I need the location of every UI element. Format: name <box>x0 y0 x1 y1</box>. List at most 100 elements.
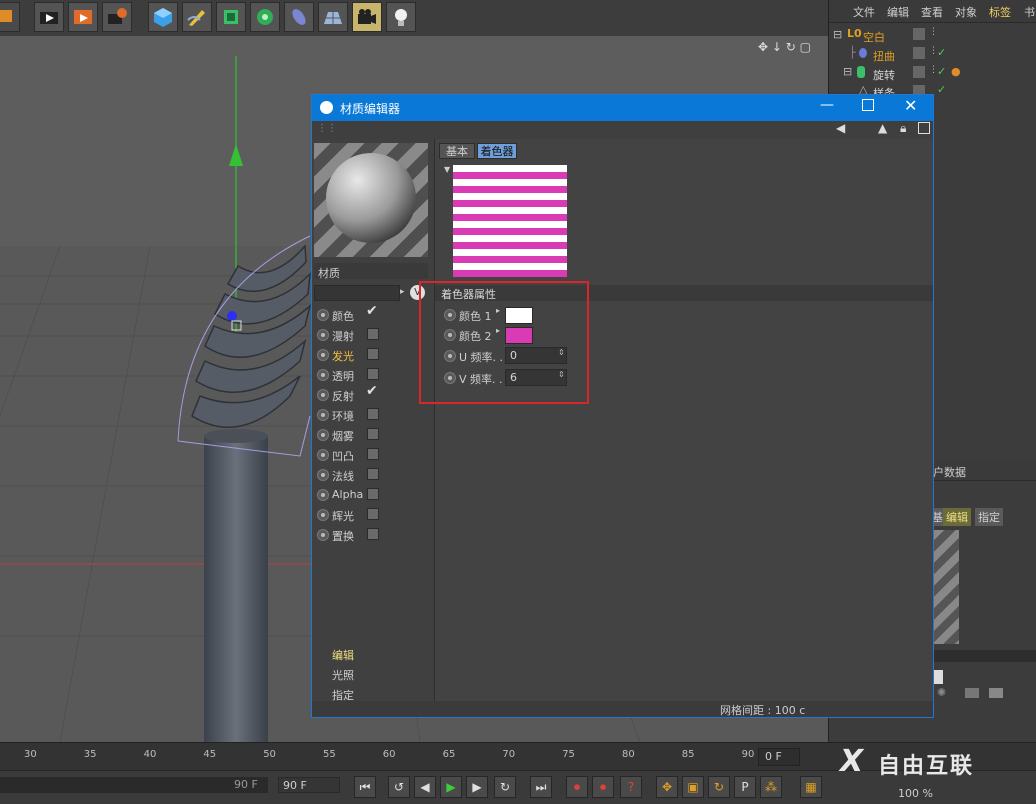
previous-frame-button[interactable]: ◀ <box>414 776 436 798</box>
channel-6[interactable]: 烟雾 <box>314 425 432 445</box>
channel-8[interactable]: 法线 <box>314 465 432 485</box>
material-preview[interactable] <box>314 143 428 257</box>
channel-radio[interactable] <box>317 329 329 341</box>
channel-checkbox[interactable] <box>367 368 379 380</box>
menu-object[interactable]: 对象 <box>955 4 977 20</box>
floor-icon[interactable] <box>318 2 348 32</box>
channel-radio[interactable] <box>317 389 329 401</box>
channel-2[interactable]: 发光 <box>314 345 432 365</box>
arrow-left-icon[interactable]: ◀ <box>836 121 845 135</box>
channel-checkbox[interactable] <box>367 428 379 440</box>
auto-key-button[interactable]: ⏺ <box>592 776 614 798</box>
channel-radio[interactable] <box>317 489 329 501</box>
channel-11[interactable]: 置换 <box>314 525 432 545</box>
render-view-icon[interactable] <box>34 2 64 32</box>
arrow-up-icon[interactable]: ▲ <box>878 121 887 135</box>
cube-object-icon[interactable] <box>0 2 20 32</box>
channel-9[interactable]: Alpha <box>314 485 432 505</box>
channel-checkbox[interactable] <box>367 408 379 420</box>
keyframe-selection-button[interactable]: ? <box>620 776 642 798</box>
checked-icon[interactable]: ✔ <box>366 303 378 319</box>
attr-button[interactable] <box>989 688 1003 698</box>
channel-checkbox[interactable] <box>367 468 379 480</box>
pla-key-icon[interactable]: ⁂ <box>760 776 782 798</box>
lock-icon[interactable]: 🔒︎ <box>900 121 906 136</box>
render-picture-viewer-icon[interactable] <box>68 2 98 32</box>
channel-checkbox[interactable] <box>367 508 379 520</box>
pen-spline-icon[interactable] <box>182 2 212 32</box>
grip-icon[interactable]: ⋮⋮ <box>317 123 337 134</box>
channel-7[interactable]: 凹凸 <box>314 445 432 465</box>
tab-basic[interactable]: 基本 <box>439 143 475 159</box>
deformer-icon[interactable] <box>284 2 314 32</box>
channel-1[interactable]: 漫射 <box>314 325 432 345</box>
timeline-window-icon[interactable]: ▦ <box>800 776 822 798</box>
play-button[interactable]: ▶ <box>440 776 462 798</box>
channel-checkbox[interactable] <box>367 448 379 460</box>
light-icon[interactable] <box>386 2 416 32</box>
channel-radio[interactable] <box>317 509 329 521</box>
tab-shader[interactable]: 着色器 <box>477 143 517 159</box>
enabled-check-icon[interactable]: ✓ <box>937 46 946 59</box>
channel-checkbox[interactable] <box>367 488 379 500</box>
timeline-range-slider[interactable]: 90 F <box>0 777 268 793</box>
object-row-lathe[interactable]: ⊟ 旋转 ⋮ ✓ ● <box>829 64 1036 83</box>
menu-tags[interactable]: 标签 <box>989 4 1011 20</box>
subdivision-surface-icon[interactable] <box>216 2 246 32</box>
menu-file[interactable]: 文件 <box>853 4 875 20</box>
collapse-icon[interactable]: ▼ <box>444 165 450 174</box>
next-key-button[interactable]: ↻ <box>494 776 516 798</box>
cube-primitive-icon[interactable] <box>148 2 178 32</box>
visibility-toggle[interactable] <box>913 66 925 78</box>
channel-10[interactable]: 辉光 <box>314 505 432 525</box>
channel-radio[interactable] <box>317 349 329 361</box>
object-name[interactable]: 空白 <box>863 29 885 45</box>
end-frame-field[interactable]: 90 F <box>278 777 340 793</box>
viewport-nav-icons[interactable]: ✥ ↓ ↻ ▢ <box>758 40 811 54</box>
go-to-start-button[interactable]: ⏮ <box>354 776 376 798</box>
channel-3[interactable]: 透明 <box>314 365 432 385</box>
move-key-icon[interactable]: ✥ <box>656 776 678 798</box>
menu-bookmarks[interactable]: 书 <box>1024 4 1035 20</box>
channel-4[interactable]: 反射 ✔ <box>314 383 432 405</box>
go-to-end-button[interactable]: ⏭ <box>530 776 552 798</box>
camera-icon[interactable] <box>352 2 382 32</box>
channel-radio[interactable] <box>317 429 329 441</box>
channel-radio[interactable] <box>317 309 329 321</box>
channel-radio[interactable] <box>317 529 329 541</box>
tree-expand-icon[interactable]: ⊟ <box>843 65 852 78</box>
attr-tab-assign[interactable]: 指定 <box>975 508 1003 526</box>
channel-5[interactable]: 环境 <box>314 405 432 425</box>
channel-radio[interactable] <box>317 469 329 481</box>
visibility-toggle[interactable] <box>913 47 925 59</box>
enabled-check-icon[interactable]: ✓ <box>937 83 946 96</box>
channel-radio[interactable] <box>317 369 329 381</box>
channel-radio[interactable] <box>317 449 329 461</box>
object-name[interactable]: 扭曲 <box>873 48 895 64</box>
layer-dots-icon[interactable]: ⋮ <box>929 27 938 37</box>
parameter-key-icon[interactable]: P <box>734 776 756 798</box>
section-edit[interactable]: 编辑 <box>332 647 354 663</box>
section-illumination[interactable]: 光照 <box>332 667 354 683</box>
channel-checkbox[interactable] <box>367 528 379 540</box>
object-row-null[interactable]: ⊟ L0 空白 ⋮ <box>829 26 1036 45</box>
enabled-check-icon[interactable]: ✓ <box>937 65 946 78</box>
tree-expand-icon[interactable]: ⊟ <box>833 28 842 41</box>
rotate-key-icon[interactable]: ↻ <box>708 776 730 798</box>
object-row-bend[interactable]: ├ 扭曲 ⋮ ✓ <box>829 45 1036 64</box>
channel-checkbox[interactable] <box>367 348 379 360</box>
maximize-icon[interactable] <box>862 99 874 111</box>
channel-radio[interactable] <box>317 409 329 421</box>
material-name-field[interactable] <box>314 285 400 301</box>
menu-view[interactable]: 查看 <box>921 4 943 20</box>
attr-button[interactable] <box>965 688 979 698</box>
visibility-toggle[interactable] <box>913 28 925 40</box>
minimize-icon[interactable]: — <box>820 97 834 113</box>
material-tag-icon[interactable]: ● <box>951 65 961 78</box>
render-settings-icon[interactable] <box>102 2 132 32</box>
attr-tab-edit[interactable]: 编辑 <box>943 508 971 526</box>
checked-icon[interactable]: ✔ <box>366 383 378 399</box>
previous-key-button[interactable]: ↺ <box>388 776 410 798</box>
material-editor-titlebar[interactable]: 材质编辑器 — ✕ <box>312 95 933 121</box>
array-icon[interactable] <box>250 2 280 32</box>
